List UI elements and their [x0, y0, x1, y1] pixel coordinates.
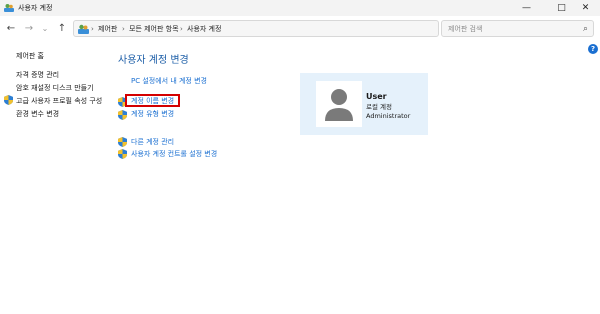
up-button[interactable]: ↑ — [55, 22, 69, 36]
back-button[interactable]: ← — [4, 22, 18, 36]
advanced-user-profile-properties-link[interactable]: 고급 사용자 프로필 속성 구성 — [16, 96, 102, 106]
search-icon[interactable]: ⌕ — [583, 23, 588, 35]
change-account-in-pc-settings-link[interactable]: PC 설정에서 내 계정 변경 — [131, 76, 207, 86]
address-bar[interactable]: › 제어판 › 모든 제어판 항목 › 사용자 계정 ⌄ ↻ — [73, 20, 500, 37]
title-bar: 사용자 계정 — □ ✕ — [0, 0, 600, 16]
page-title: 사용자 계정 변경 — [118, 55, 189, 66]
forward-button[interactable]: → — [22, 22, 36, 36]
uac-shield-icon — [118, 137, 127, 147]
breadcrumb-separator: › — [180, 25, 183, 33]
manage-another-account-link[interactable]: 다른 계정 관리 — [131, 137, 174, 147]
change-account-name-link[interactable]: 계정 이름 변경 — [131, 96, 174, 106]
help-button[interactable]: ? — [588, 44, 598, 54]
user-name: User — [366, 92, 387, 101]
user-avatar-icon — [325, 89, 353, 121]
password-reset-disk-link[interactable]: 암호 재설정 디스크 만들기 — [16, 83, 94, 93]
breadcrumb-all-control-panel-items[interactable]: 모든 제어판 항목 — [129, 23, 179, 35]
recent-locations-button[interactable]: ⌄ — [38, 22, 52, 36]
search-input[interactable]: 제어판 검색 — [448, 23, 482, 35]
control-panel-icon — [78, 24, 89, 34]
close-button[interactable]: ✕ — [571, 0, 600, 16]
uac-settings-link[interactable]: 사용자 계정 컨트롤 설정 변경 — [131, 149, 217, 159]
user-accounts-app-icon — [4, 4, 14, 12]
user-account-card: User 로컬 계정 Administrator — [300, 73, 428, 135]
window-title: 사용자 계정 — [18, 4, 53, 12]
minimize-button[interactable]: — — [512, 0, 541, 16]
environment-variables-link[interactable]: 환경 변수 변경 — [16, 109, 59, 119]
breadcrumb-user-accounts[interactable]: 사용자 계정 — [187, 23, 221, 35]
account-role-label: Administrator — [366, 112, 411, 120]
uac-shield-icon — [4, 95, 13, 105]
search-box[interactable]: 제어판 검색 ⌕ — [441, 20, 594, 37]
uac-shield-icon — [118, 149, 127, 159]
breadcrumb-separator: › — [91, 25, 94, 33]
breadcrumb-separator: › — [122, 25, 125, 33]
change-account-type-link[interactable]: 계정 유형 변경 — [131, 109, 174, 119]
uac-shield-icon — [118, 110, 127, 120]
control-panel-home-link[interactable]: 제어판 홈 — [16, 51, 44, 61]
credential-manager-link[interactable]: 자격 증명 관리 — [16, 70, 59, 80]
avatar — [316, 81, 362, 127]
breadcrumb-control-panel[interactable]: 제어판 — [98, 23, 117, 35]
account-type-label: 로컬 계정 — [366, 103, 392, 111]
